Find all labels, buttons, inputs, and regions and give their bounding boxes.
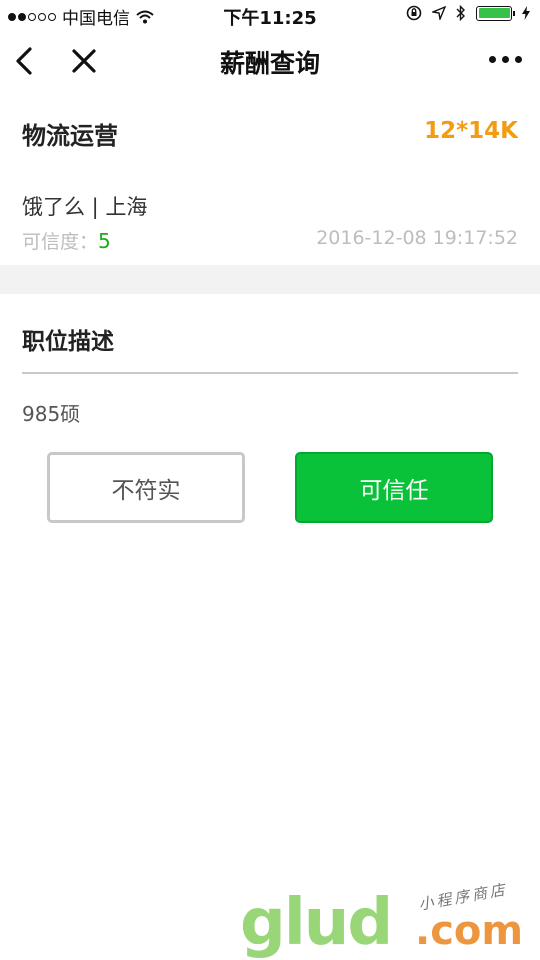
watermark-domain: .com [415, 908, 524, 954]
heading-divider [22, 372, 518, 374]
description-heading: 职位描述 [22, 329, 114, 355]
description-text: 985硕 [22, 402, 81, 426]
charging-icon [522, 6, 530, 20]
more-options-icon[interactable] [489, 56, 522, 63]
watermark-logo: glud 小程序商店 .com [240, 880, 530, 960]
credibility-label: 可信度： [22, 231, 99, 253]
untrue-button[interactable]: 不符实 [47, 452, 245, 523]
battery-icon [476, 5, 515, 21]
section-divider [0, 265, 540, 294]
location-icon [432, 6, 446, 20]
company-location: 饿了么 | 上海 [22, 195, 148, 219]
credibility-value: 5 [98, 229, 111, 253]
watermark-brand: glud [240, 886, 393, 960]
status-bar-right [406, 5, 530, 21]
post-timestamp: 2016-12-08 19:17:52 [316, 227, 518, 249]
credibility: 可信度：5 [22, 227, 111, 254]
job-title: 物流运营 [22, 122, 118, 150]
page-title: 薪酬查询 [219, 49, 320, 78]
nav-bar: 薪酬查询 [0, 30, 540, 92]
trust-button[interactable]: 可信任 [295, 452, 493, 523]
bluetooth-icon [456, 5, 465, 21]
salary-value: 12*14K [424, 118, 518, 144]
orientation-lock-icon [406, 5, 422, 21]
status-bar: 中国电信 下午11:25 [0, 0, 540, 30]
